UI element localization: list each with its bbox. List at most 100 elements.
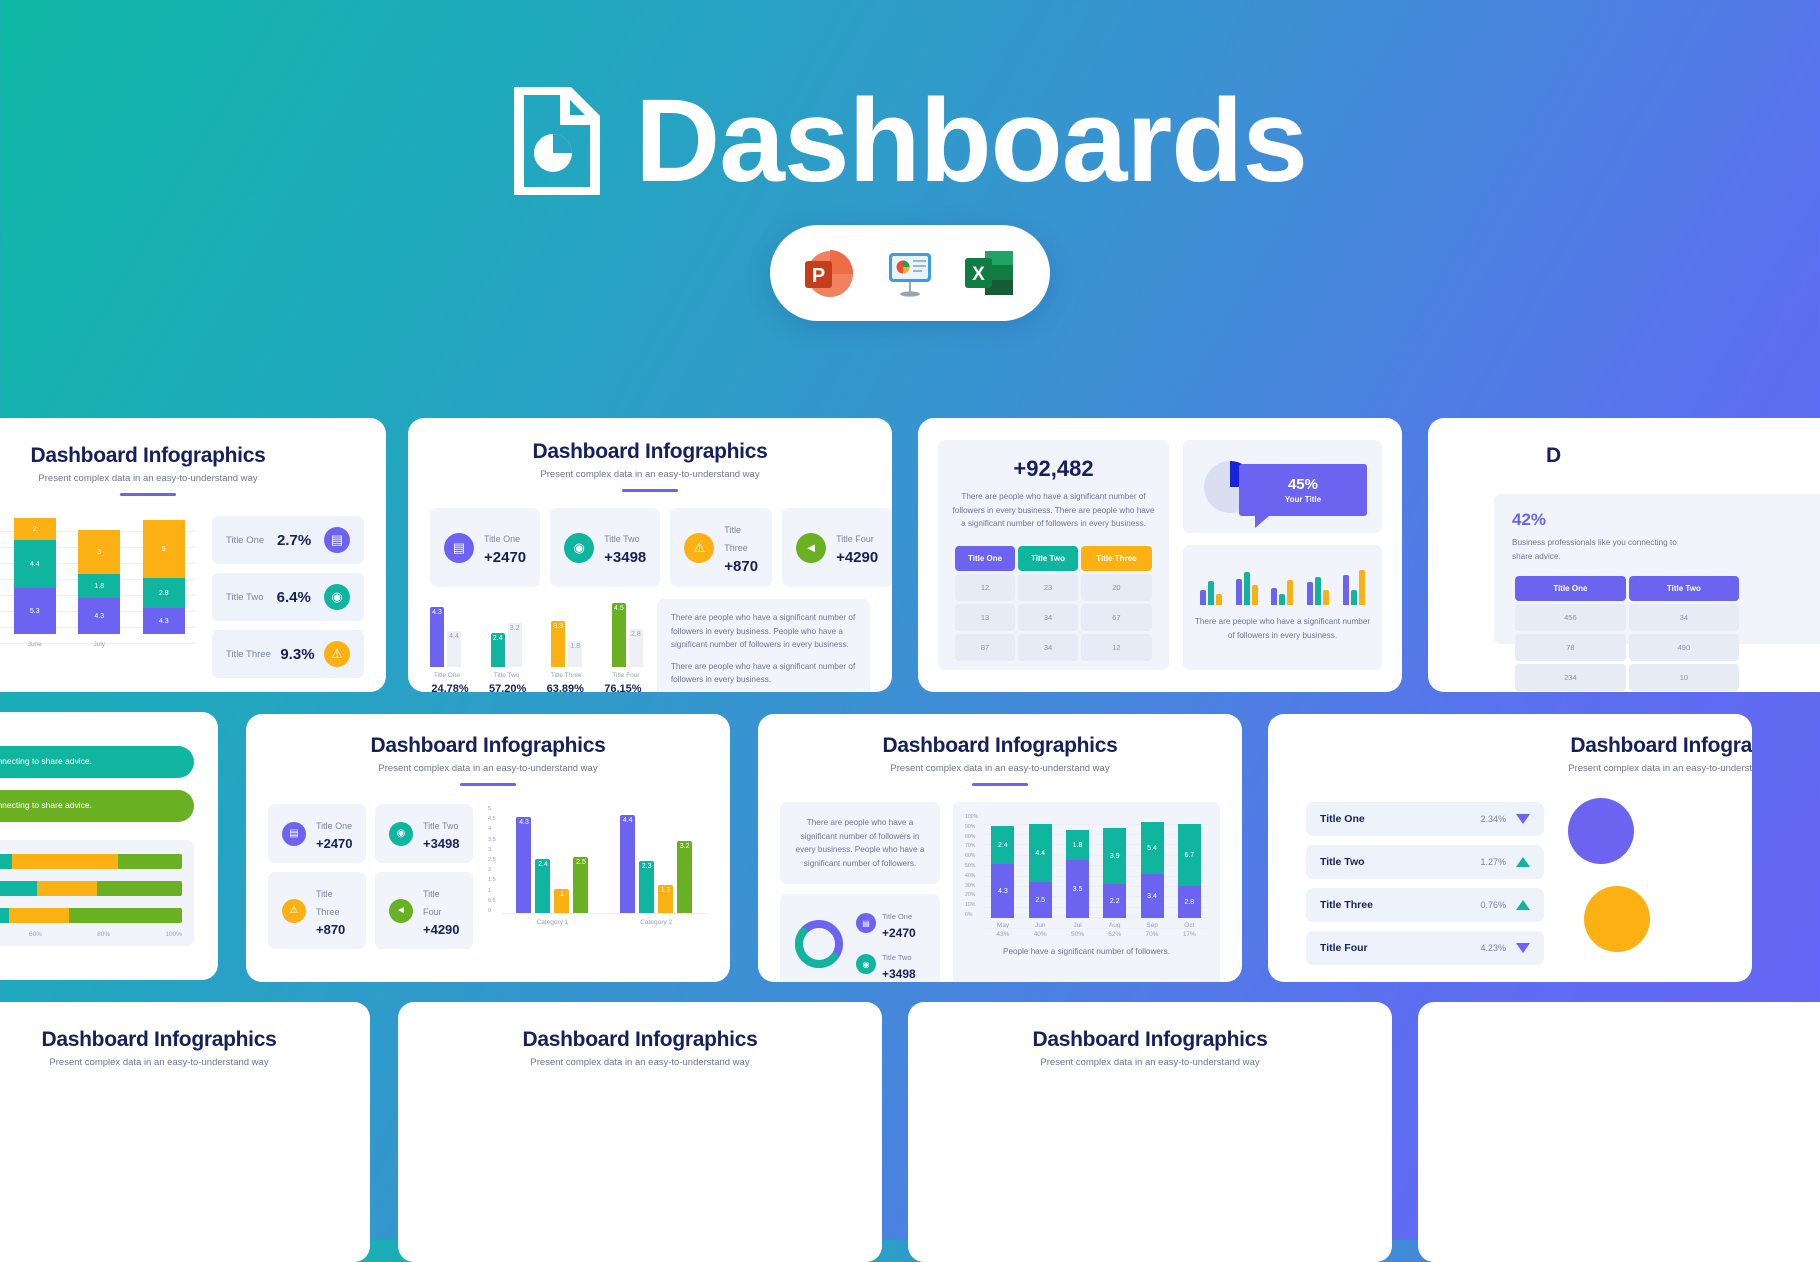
slide-card-10[interactable]: Dashboard Infographics Present complex d…: [398, 1002, 882, 1262]
kpi-tile[interactable]: ▤ Title One +2470: [268, 804, 366, 863]
excel-icon[interactable]: X: [961, 244, 1019, 302]
table-cell: 20: [1080, 573, 1152, 601]
kpi-tile[interactable]: ◉ Title Two +3498: [375, 804, 473, 863]
paragraph: There are people who have a significant …: [670, 661, 856, 685]
list-item[interactable]: Title Four 4.23%: [1306, 931, 1544, 965]
card1-title: Dashboard Infographics: [30, 444, 266, 467]
bar-group: 5 2.8 4.3: [142, 520, 185, 634]
table-cell: 23: [1018, 573, 1078, 601]
kpi-value: +2470: [882, 926, 916, 941]
row-label: Title Three: [226, 648, 271, 660]
kpi-label: Title Four: [836, 534, 874, 544]
kpi-label: Title One: [484, 534, 521, 544]
card-icon: ▤: [856, 913, 876, 934]
arrow-down-icon: [1516, 814, 1530, 824]
slide-card-5[interactable]: 2020 Business professionals like you con…: [0, 712, 218, 980]
kpi-tile[interactable]: ▤ Title One +2470: [430, 508, 541, 587]
table-header: Title Three: [1080, 545, 1152, 571]
list-item[interactable]: Title Two 1.27%: [1306, 845, 1544, 879]
card10-title: Dashboard Infographics: [522, 1028, 758, 1051]
slide-card-9[interactable]: Dashboard Infographics Present complex d…: [0, 1002, 370, 1262]
slide-card-3[interactable]: +92,482 There are people who have a sign…: [918, 418, 1402, 692]
list-item[interactable]: Title One 2.7% ▤: [212, 516, 364, 564]
pct-value: 76.15%: [604, 683, 642, 692]
card9-subtitle: Present complex data in an easy-to-under…: [49, 1057, 269, 1068]
slide-card-12[interactable]: [1418, 1002, 1820, 1262]
kpi-tile[interactable]: ⚠ Title Three +870: [268, 872, 366, 949]
slide-card-11[interactable]: Dashboard Infographics Present complex d…: [908, 1002, 1392, 1262]
kpi-tile[interactable]: ⚠ Title Three +870: [670, 508, 773, 587]
slide-card-8[interactable]: Dashboard Infogra Present complex data i…: [1268, 714, 1752, 982]
table-header: Title Two: [1018, 545, 1078, 571]
axis-label: Title Three: [550, 672, 582, 679]
row-value: 9.3%: [280, 645, 315, 663]
axis-label: Title Four: [612, 672, 640, 679]
table-header: Title One: [955, 545, 1016, 571]
list-item[interactable]: Title Three 9.3% ⚠: [212, 630, 364, 678]
kpi-value: +3498: [604, 549, 647, 566]
row-label: Title Two: [226, 591, 264, 603]
card6-title: Dashboard Infographics: [370, 734, 606, 757]
card2-text-panel: There are people who have a significant …: [656, 599, 870, 692]
row-label: Title One: [226, 534, 265, 546]
y-tick: 4.5: [488, 816, 496, 823]
y-tick: 1: [488, 887, 492, 894]
kpi-tile[interactable]: ◉ Title Two +3498: [550, 508, 661, 587]
axis-label: Title One: [433, 672, 461, 679]
slide-card-1[interactable]: Dashboard Infographics Present complex d…: [0, 418, 386, 692]
y-tick: 70%: [965, 843, 976, 850]
card7-text-panel: There are people who have a significant …: [780, 802, 940, 885]
card9-title: Dashboard Infographics: [41, 1028, 277, 1051]
card3-bar-panel: There are people who have a significant …: [1182, 545, 1382, 670]
speaker-icon: ◄: [389, 898, 413, 923]
table-cell: 67: [1080, 603, 1152, 631]
keynote-icon[interactable]: [881, 244, 939, 302]
card-icon: ▤: [324, 527, 350, 553]
kpi-tile[interactable]: ◄ Title Four +4290: [375, 872, 473, 949]
caption: People have a significant number of foll…: [1002, 947, 1171, 956]
table-cell: 34: [1018, 603, 1078, 631]
slide-card-7[interactable]: Dashboard Infographics Present complex d…: [758, 714, 1242, 982]
format-badges: P X: [770, 225, 1050, 321]
hbar-row: [0, 880, 182, 896]
hero-banner: Dashboards P X: [0, 0, 1820, 420]
year-pill[interactable]: Business professionals like you connecti…: [0, 746, 194, 778]
kpi-value: +4290: [423, 922, 460, 937]
slide-card-2[interactable]: Dashboard Infographics Present complex d…: [408, 418, 892, 692]
card7-donut-panel: ▤ Title One +2470 ◉ Title Two +3498: [780, 894, 940, 982]
year-pill[interactable]: Business professionals like you connecti…: [0, 789, 194, 822]
y-tick: 0: [488, 907, 492, 914]
kpi-label: Title Three: [724, 525, 748, 553]
card6-bar-chart: 5 4.5 4 3.5 3 2.5 2 1.5 1 0.5 0 4.3 2.4 …: [488, 804, 708, 949]
bar-group: 4.4 2.5: [1028, 824, 1052, 918]
card11-subtitle: Present complex data in an easy-to-under…: [1040, 1057, 1260, 1068]
y-tick: 80%: [965, 833, 976, 840]
row-value: 2.34%: [1480, 814, 1506, 824]
axis-label: Title Two: [493, 672, 520, 679]
powerpoint-icon[interactable]: P: [801, 244, 859, 302]
y-tick: 3.5: [488, 836, 496, 843]
table-header: Title One: [1515, 576, 1626, 602]
card-icon: ▤: [282, 821, 306, 846]
slide-card-4[interactable]: D 42% Business professionals like you co…: [1428, 418, 1820, 692]
row-value: 1.27%: [1480, 857, 1506, 867]
row-label: Title Two: [1320, 856, 1365, 868]
axis-label: Category 2: [640, 919, 673, 926]
y-tick: 20%: [965, 892, 976, 899]
percent-value: 42%: [1512, 510, 1547, 529]
card8-circles: [1558, 798, 1752, 965]
slide-card-6[interactable]: Dashboard Infographics Present complex d…: [246, 714, 730, 982]
table-cell: 34: [1628, 604, 1739, 632]
bar-group: 1.8 3.5: [1065, 830, 1089, 918]
list-item[interactable]: Title One 2.34%: [1306, 802, 1544, 836]
list-item[interactable]: Title Three 0.76%: [1306, 888, 1544, 922]
kpi-tile[interactable]: ◄ Title Four +4290: [782, 508, 892, 587]
table-row: 234 10: [1515, 664, 1739, 692]
paragraph: Business professionals like you connecti…: [1512, 538, 1677, 561]
kpi-label: Title One: [316, 821, 353, 831]
paragraph: There are people who have a significant …: [795, 818, 925, 868]
alert-icon: ⚠: [282, 898, 306, 923]
table-row: 456 34: [1515, 604, 1739, 632]
year-text: Business professionals like you connecti…: [0, 756, 92, 766]
list-item[interactable]: Title Two 6.4% ◉: [212, 573, 364, 621]
